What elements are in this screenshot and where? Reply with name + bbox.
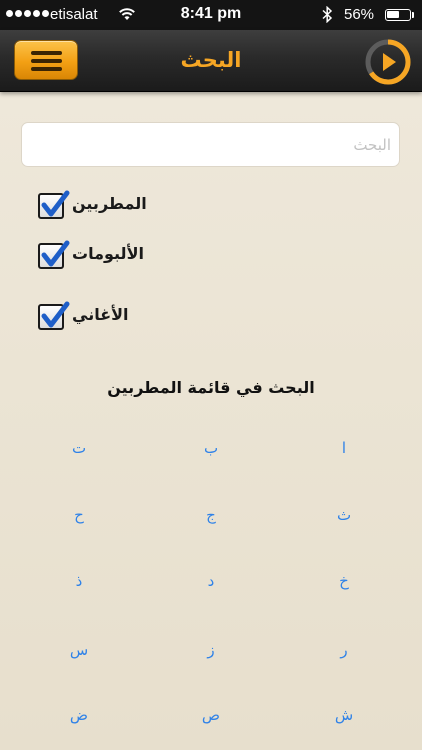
songs-checkbox[interactable]	[38, 301, 70, 330]
letter-link[interactable]: د	[186, 561, 236, 601]
letter-link[interactable]: ض	[54, 695, 104, 735]
artists-label: المطربين	[72, 194, 147, 213]
letter-index: ا ب ت ث ج ح خ د ذ ر ز س ش ص ض	[0, 425, 422, 750]
letter-link[interactable]: ب	[186, 428, 236, 468]
letter-link[interactable]: ث	[319, 495, 369, 535]
letter-link[interactable]: ا	[319, 428, 369, 468]
battery-icon	[385, 9, 411, 21]
battery-percentage: 56%	[344, 6, 375, 23]
navigation-bar: البحث	[0, 30, 422, 92]
bluetooth-icon	[322, 5, 333, 27]
letter-link[interactable]: ز	[186, 630, 236, 670]
checkmark-icon	[41, 240, 70, 267]
letter-link[interactable]: ش	[319, 695, 369, 735]
letter-link[interactable]: س	[54, 630, 104, 670]
letter-link[interactable]: ص	[186, 695, 236, 735]
checkmark-icon	[41, 301, 70, 328]
checkmark-icon	[41, 190, 70, 217]
letter-link[interactable]: ج	[186, 495, 236, 535]
letter-link[interactable]: خ	[319, 561, 369, 601]
albums-checkbox[interactable]	[38, 240, 70, 269]
search-input[interactable]	[21, 122, 400, 167]
letter-link[interactable]: ر	[319, 630, 369, 670]
page-title: البحث	[180, 48, 242, 72]
letter-link[interactable]: ذ	[54, 561, 104, 601]
now-playing-button[interactable]	[363, 37, 413, 87]
albums-label: الألبومات	[72, 244, 144, 263]
letter-link[interactable]: ح	[54, 495, 104, 535]
letter-link[interactable]: ت	[54, 428, 104, 468]
play-icon	[365, 39, 411, 85]
artist-index-title: البحث في قائمة المطربين	[107, 378, 315, 397]
status-bar: etisalat 8:41 pm 56%	[0, 0, 422, 30]
artists-checkbox[interactable]	[38, 190, 70, 219]
songs-label: الأغاني	[72, 305, 129, 324]
